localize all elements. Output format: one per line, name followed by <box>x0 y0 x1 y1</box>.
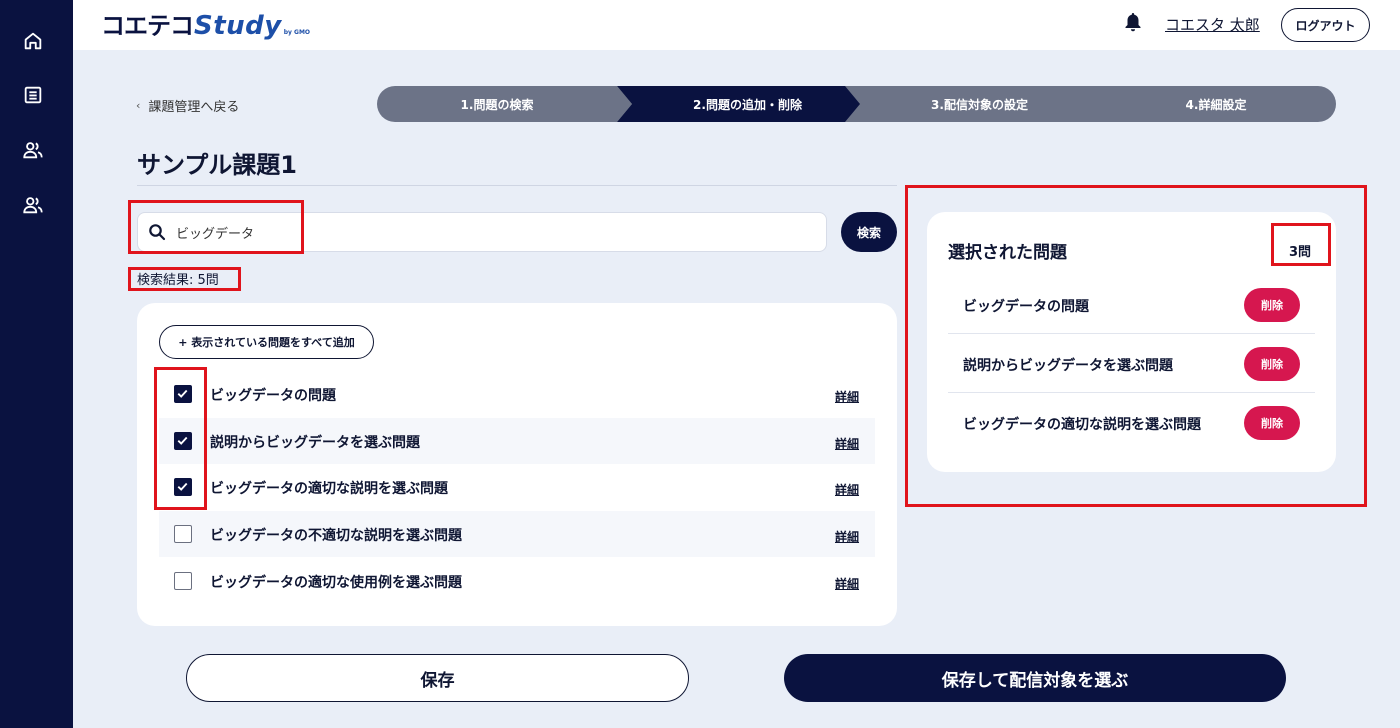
highlight-search-input <box>128 200 304 254</box>
question-label: ビッグデータの問題 <box>210 388 336 404</box>
detail-link[interactable]: 詳細 <box>835 575 859 592</box>
back-link-label: 課題管理へ戻る <box>148 100 240 115</box>
list-icon[interactable] <box>22 84 44 106</box>
question-row[interactable]: ビッグデータの不適切な説明を選ぶ問題 詳細 <box>159 511 875 557</box>
highlight-result-count <box>128 267 241 291</box>
question-label: ビッグデータの適切な使用例を選ぶ問題 <box>210 575 462 591</box>
step-divider-1 <box>617 86 632 122</box>
question-row[interactable]: ビッグデータの適切な説明を選ぶ問題 詳細 <box>159 464 875 510</box>
users-alt-icon[interactable] <box>22 194 44 216</box>
logo-study: Study <box>194 11 282 41</box>
question-checkbox[interactable] <box>174 572 192 590</box>
detail-link[interactable]: 詳細 <box>835 435 859 452</box>
chevron-left-icon: ‹ <box>136 99 141 112</box>
step-1[interactable]: 1.問題の検索 <box>377 86 617 122</box>
sidebar <box>0 0 73 728</box>
question-label: 説明からビッグデータを選ぶ問題 <box>210 435 420 451</box>
top-header: コエテコ Study by GMO コエスタ 太郎 ログアウト <box>73 0 1400 50</box>
detail-link[interactable]: 詳細 <box>835 528 859 545</box>
user-name-link[interactable]: コエスタ 太郎 <box>1165 14 1260 35</box>
question-row[interactable]: 説明からビッグデータを選ぶ問題 詳細 <box>159 418 875 464</box>
home-icon[interactable] <box>22 30 44 52</box>
question-label: ビッグデータの不適切な説明を選ぶ問題 <box>210 528 462 544</box>
step-2[interactable]: 2.問題の追加・削除 <box>635 86 860 122</box>
app-logo[interactable]: コエテコ Study by GMO <box>101 6 311 41</box>
question-label: ビッグデータの適切な説明を選ぶ問題 <box>210 481 448 497</box>
bell-icon[interactable] <box>1124 12 1142 32</box>
question-list-card: + 表示されている問題をすべて追加 ビッグデータの問題 詳細 説明からビッグデー… <box>137 303 897 626</box>
search-button[interactable]: 検索 <box>841 212 897 252</box>
step-3[interactable]: 3.配信対象の設定 <box>863 86 1096 122</box>
progress-stepper: 1.問題の検索 2.問題の追加・削除 3.配信対象の設定 4.詳細設定 <box>377 86 1336 122</box>
save-and-select-target-button[interactable]: 保存して配信対象を選ぶ <box>784 654 1286 702</box>
question-row[interactable]: ビッグデータの問題 詳細 <box>159 371 875 417</box>
highlight-checkboxes <box>154 367 207 510</box>
highlight-selected-count <box>1271 223 1331 266</box>
detail-link[interactable]: 詳細 <box>835 388 859 405</box>
save-button[interactable]: 保存 <box>186 654 689 702</box>
back-link[interactable]: ‹ 課題管理へ戻る <box>136 96 239 115</box>
step-4[interactable]: 4.詳細設定 <box>1096 86 1336 122</box>
logout-button[interactable]: ログアウト <box>1281 8 1370 42</box>
title-divider <box>137 185 897 186</box>
users-icon[interactable] <box>22 139 44 161</box>
logo-kana: コエテコ <box>101 12 194 40</box>
add-all-button[interactable]: + 表示されている問題をすべて追加 <box>159 325 374 359</box>
detail-link[interactable]: 詳細 <box>835 481 859 498</box>
logo-gmo: by GMO <box>283 29 311 36</box>
question-row[interactable]: ビッグデータの適切な使用例を選ぶ問題 詳細 <box>159 558 875 604</box>
question-checkbox[interactable] <box>174 525 192 543</box>
page-title: サンプル課題1 <box>137 151 297 179</box>
